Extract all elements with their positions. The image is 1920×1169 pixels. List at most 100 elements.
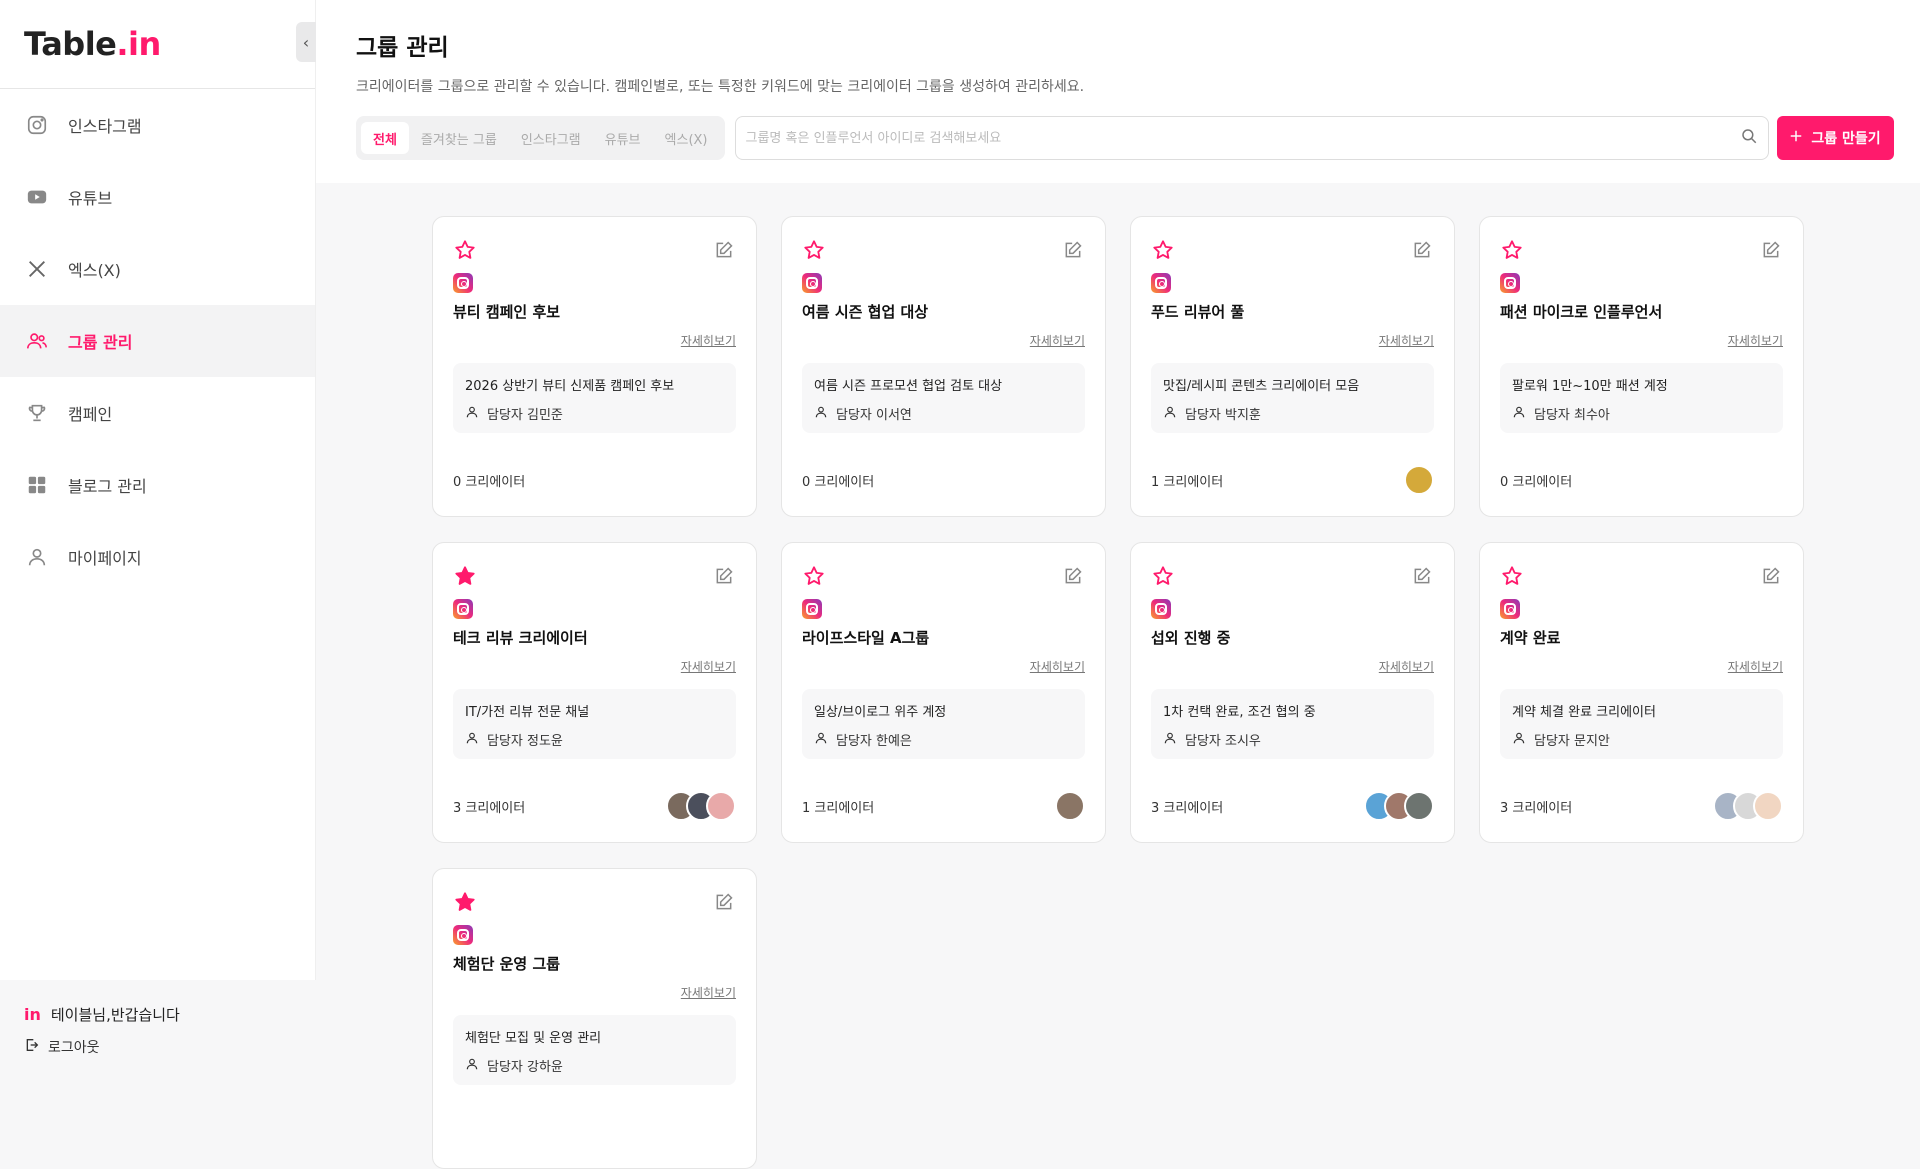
edit-icon[interactable] xyxy=(1061,238,1085,262)
sidebar-item-group-management[interactable]: 그룹 관리 xyxy=(0,305,315,377)
sidebar-nav: 인스타그램 유튜브 엑스(X) 그룹 관리 캠페인 블로그 관리 마이페이지 xyxy=(0,89,315,593)
create-group-button[interactable]: 그룹 만들기 xyxy=(1776,116,1894,160)
sidebar-item-blog[interactable]: 블로그 관리 xyxy=(0,449,315,521)
instagram-icon xyxy=(802,273,822,293)
star-filled-icon[interactable] xyxy=(453,564,477,588)
detail-link[interactable]: 자세히보기 xyxy=(453,984,736,1001)
person-icon xyxy=(814,731,828,749)
detail-link[interactable]: 자세히보기 xyxy=(802,332,1085,349)
star-icon[interactable] xyxy=(1500,238,1524,262)
group-title: 여름 시즌 협업 대상 xyxy=(802,303,929,321)
star-icon[interactable] xyxy=(1151,564,1175,588)
group-card-4: 패션 마이크로 인플루언서 자세히보기 팔로워 1만~10만 패션 계정 담당자… xyxy=(1479,216,1804,517)
avatar-stack xyxy=(666,791,736,821)
edit-icon[interactable] xyxy=(712,890,736,914)
manager-name: 담당자 한예은 xyxy=(836,734,912,749)
detail-link[interactable]: 자세히보기 xyxy=(453,332,736,349)
sidebar-item-campaign[interactable]: 캠페인 xyxy=(0,377,315,449)
manager-name: 담당자 최수아 xyxy=(1534,408,1610,423)
search-box xyxy=(734,116,1769,160)
tab-youtube[interactable]: 유튜브 xyxy=(593,122,653,154)
edit-icon[interactable] xyxy=(1410,238,1434,262)
group-title: 테크 리뷰 크리에이터 xyxy=(453,629,588,647)
star-icon[interactable] xyxy=(802,564,826,588)
group-card-6: 라이프스타일 A그룹 자세히보기 일상/브이로그 위주 계정 담당자 한예은 1… xyxy=(781,542,1106,843)
avatar-stack xyxy=(1404,465,1434,495)
group-info: 일상/브이로그 위주 계정 담당자 한예은 xyxy=(802,689,1085,759)
group-info: 1차 컨택 완료, 조건 협의 중 담당자 조시우 xyxy=(1151,689,1434,759)
detail-link[interactable]: 자세히보기 xyxy=(1151,658,1434,675)
logout-icon xyxy=(24,1037,40,1057)
sidebar: Table. in ‹ 인스타그램 유튜브 엑스(X) 그룹 관리 캠페인 블로… xyxy=(0,0,316,1080)
person-icon xyxy=(1512,731,1526,749)
group-title: 섭외 진행 중 xyxy=(1151,629,1231,647)
group-manager: 담당자 문지안 xyxy=(1512,730,1771,749)
manager-name: 담당자 김민준 xyxy=(487,408,563,423)
avatar xyxy=(1055,791,1085,821)
group-description: 팔로워 1만~10만 패션 계정 xyxy=(1512,379,1668,394)
edit-icon[interactable] xyxy=(1410,564,1434,588)
logout-button[interactable]: 로그아웃 xyxy=(24,1037,292,1057)
edit-icon[interactable] xyxy=(1759,238,1783,262)
detail-link[interactable]: 자세히보기 xyxy=(1500,332,1783,349)
star-icon[interactable] xyxy=(453,238,477,262)
group-description: 여름 시즌 프로모션 협업 검토 대상 xyxy=(814,379,1003,394)
group-info: 계약 체결 완료 크리에이터 담당자 문지안 xyxy=(1500,689,1783,759)
group-card-3: 푸드 리뷰어 풀 자세히보기 맛집/레시피 콘텐츠 크리에이터 모음 담당자 박… xyxy=(1130,216,1455,517)
manager-name: 담당자 정도윤 xyxy=(487,734,563,749)
tab-x[interactable]: 엑스(X) xyxy=(653,122,720,154)
sidebar-item-label: 유튜브 xyxy=(68,189,113,208)
grid-icon xyxy=(26,474,48,496)
star-filled-icon[interactable] xyxy=(453,890,477,914)
group-description: 체험단 모집 및 운영 관리 xyxy=(465,1031,602,1046)
sidebar-collapse-button[interactable]: ‹ xyxy=(296,22,316,62)
group-info: 여름 시즌 프로모션 협업 검토 대상 담당자 이서연 xyxy=(802,363,1085,433)
page-description: 크리에이터를 그룹으로 관리할 수 있습니다. 캠페인별로, 또는 특정한 키워… xyxy=(356,79,1085,95)
star-icon[interactable] xyxy=(1500,564,1524,588)
sidebar-item-mypage[interactable]: 마이페이지 xyxy=(0,521,315,593)
avatar-stack xyxy=(1055,791,1085,821)
group-title: 패션 마이크로 인플루언서 xyxy=(1500,303,1663,321)
app-logo[interactable]: Table. in xyxy=(0,0,315,89)
youtube-icon xyxy=(26,186,48,208)
creator-count: 3 크리에이터 xyxy=(453,800,526,816)
avatar xyxy=(1404,465,1434,495)
search-icon[interactable] xyxy=(1740,127,1758,149)
tab-all[interactable]: 전체 xyxy=(361,122,409,154)
edit-icon[interactable] xyxy=(712,564,736,588)
tab-favorites[interactable]: 즐겨찾는 그룹 xyxy=(409,122,509,154)
detail-link[interactable]: 자세히보기 xyxy=(802,658,1085,675)
edit-icon[interactable] xyxy=(1061,564,1085,588)
tab-instagram[interactable]: 인스타그램 xyxy=(509,122,593,154)
user-icon xyxy=(26,546,48,568)
group-manager: 담당자 김민준 xyxy=(465,404,724,423)
group-manager: 담당자 조시우 xyxy=(1163,730,1422,749)
detail-link[interactable]: 자세히보기 xyxy=(1500,658,1783,675)
sidebar-item-x[interactable]: 엑스(X) xyxy=(0,233,315,305)
instagram-icon xyxy=(1151,599,1171,619)
detail-link[interactable]: 자세히보기 xyxy=(453,658,736,675)
detail-link[interactable]: 자세히보기 xyxy=(1151,332,1434,349)
avatar xyxy=(1753,791,1783,821)
creator-count: 0 크리에이터 xyxy=(453,474,526,490)
star-icon[interactable] xyxy=(802,238,826,262)
avatar xyxy=(1404,791,1434,821)
group-card-8: 계약 완료 자세히보기 계약 체결 완료 크리에이터 담당자 문지안 3 크리에… xyxy=(1479,542,1804,843)
sidebar-item-instagram[interactable]: 인스타그램 xyxy=(0,89,315,161)
sidebar-item-youtube[interactable]: 유튜브 xyxy=(0,161,315,233)
logo-in: in xyxy=(128,25,161,63)
person-icon xyxy=(814,405,828,423)
person-icon xyxy=(1512,405,1526,423)
group-title: 뷰티 캠페인 후보 xyxy=(453,303,561,321)
mini-logo: in xyxy=(24,1005,41,1024)
group-info: 2026 상반기 뷰티 신제품 캠페인 후보 담당자 김민준 xyxy=(453,363,736,433)
edit-icon[interactable] xyxy=(712,238,736,262)
avatar xyxy=(706,791,736,821)
group-description: 2026 상반기 뷰티 신제품 캠페인 후보 xyxy=(465,379,675,394)
group-info: 맛집/레시피 콘텐츠 크리에이터 모음 담당자 박지훈 xyxy=(1151,363,1434,433)
person-icon xyxy=(465,1057,479,1075)
star-icon[interactable] xyxy=(1151,238,1175,262)
edit-icon[interactable] xyxy=(1759,564,1783,588)
toolbar: 전체 즐겨찾는 그룹 인스타그램 유튜브 엑스(X) 그룹 만들기 xyxy=(356,116,1894,160)
search-input[interactable] xyxy=(745,130,1740,146)
